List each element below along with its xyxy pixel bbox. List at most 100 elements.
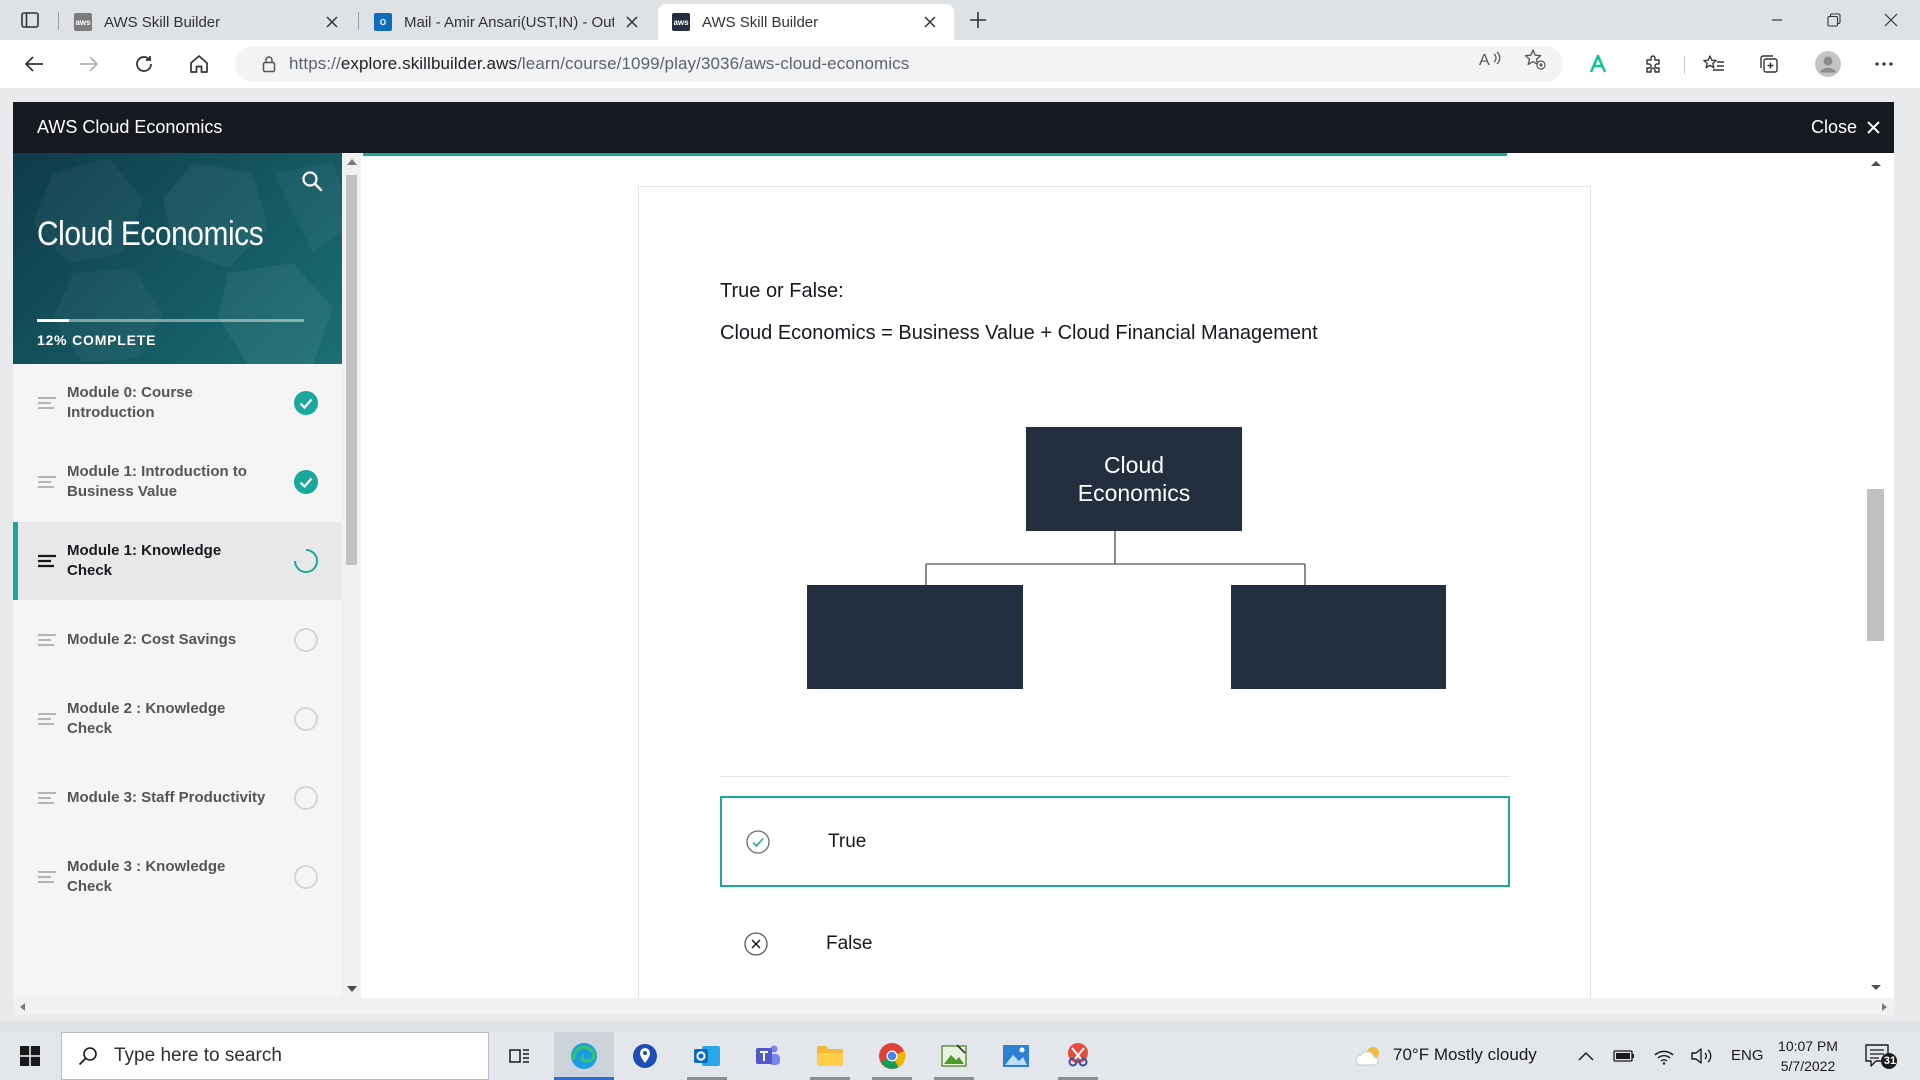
lesson-label: Module 0: Course Introduction — [67, 384, 193, 421]
favorites-button[interactable] — [1697, 48, 1731, 80]
diagram-child-node-right — [1231, 585, 1446, 689]
url-text[interactable]: https://explore.skillbuilder.aws/learn/c… — [289, 54, 909, 74]
taskbar-image-app[interactable] — [924, 1032, 984, 1080]
outlook-icon — [694, 1046, 720, 1066]
task-view-button[interactable] — [490, 1032, 550, 1080]
lesson-item[interactable]: Module 3 : Knowledge Check — [13, 838, 342, 916]
windows-logo-icon — [20, 1046, 40, 1066]
tab-separator — [58, 12, 59, 30]
lesson-label: Module 2 : Knowledge Check — [67, 700, 226, 737]
favorites-list-icon — [1703, 55, 1724, 71]
scroll-down-arrow-icon[interactable] — [347, 986, 357, 992]
taskbar-photos[interactable] — [986, 1032, 1046, 1080]
sidebar-scroll-thumb[interactable] — [346, 175, 357, 565]
tab-close-icon[interactable] — [322, 12, 342, 32]
lesson-complete-check-icon — [294, 470, 318, 494]
weather-text[interactable]: 70°F Mostly cloudy — [1393, 1045, 1537, 1065]
close-label: Close — [1810, 117, 1857, 137]
scroll-up-arrow-icon[interactable] — [1870, 159, 1882, 167]
battery-icon[interactable] — [1612, 1044, 1636, 1068]
question-text: Cloud Economics = Business Value + Cloud… — [720, 322, 1318, 344]
arrow-right-icon — [80, 56, 99, 72]
address-bar[interactable]: https://explore.skillbuilder.aws/learn/c… — [235, 46, 1563, 82]
settings-menu-button[interactable] — [1867, 48, 1901, 80]
lesson-item[interactable]: Module 2 : Knowledge Check — [13, 680, 342, 758]
toolbar-divider — [1684, 56, 1685, 74]
content-scrollbar[interactable] — [1867, 153, 1894, 998]
grammarly-extension-button[interactable] — [1581, 48, 1615, 80]
back-button[interactable] — [17, 48, 51, 80]
sidebar-scrollbar[interactable] — [342, 153, 361, 998]
answer-choice-true[interactable]: True — [720, 796, 1510, 887]
collections-button[interactable] — [1752, 48, 1786, 80]
tab-close-icon[interactable] — [622, 12, 642, 32]
taskbar-edge[interactable] — [554, 1032, 614, 1080]
forward-button[interactable] — [72, 48, 106, 80]
chrome-icon — [879, 1043, 906, 1069]
scroll-right-arrow-icon[interactable] — [1881, 1002, 1889, 1012]
lesson-text-icon — [38, 397, 56, 409]
home-button[interactable] — [182, 48, 216, 80]
course-progress-fill — [37, 319, 70, 322]
taskbar-clock[interactable]: 10:07 PM 5/7/2022 — [1770, 1036, 1846, 1076]
chevron-up-icon[interactable] — [1574, 1044, 1598, 1068]
scroll-left-arrow-icon[interactable] — [18, 1002, 26, 1012]
lesson-text-icon — [38, 554, 56, 568]
volume-icon[interactable] — [1690, 1044, 1714, 1068]
refresh-icon — [136, 56, 152, 72]
tab-aws-skill-builder-active[interactable]: aws AWS Skill Builder — [658, 4, 954, 40]
collections-icon — [1760, 55, 1778, 73]
close-icon — [1884, 13, 1898, 27]
answer-choice-label: True — [828, 830, 867, 852]
read-aloud-icon[interactable]: A — [1478, 48, 1502, 70]
tab-close-icon[interactable] — [920, 12, 940, 32]
answer-choice-false[interactable]: False — [720, 898, 1510, 989]
scroll-down-arrow-icon[interactable] — [1870, 984, 1882, 992]
lesson-item[interactable]: Module 1: Knowledge Check — [13, 522, 342, 600]
taskbar-file-explorer[interactable] — [800, 1032, 860, 1080]
question-kicker: True or False: — [720, 280, 844, 302]
picture-icon — [941, 1044, 967, 1067]
puzzle-icon — [1646, 55, 1660, 73]
content-scroll-thumb[interactable] — [1867, 489, 1884, 641]
lock-icon[interactable] — [249, 55, 289, 73]
horizontal-scrollbar[interactable] — [13, 998, 1894, 1015]
clock-date: 5/7/2022 — [1780, 1058, 1836, 1074]
scroll-up-arrow-icon[interactable] — [347, 159, 357, 165]
add-favorite-icon[interactable] — [1523, 48, 1547, 70]
lesson-item[interactable]: Module 3: Staff Productivity — [13, 759, 342, 837]
input-language[interactable]: ENG — [1731, 1047, 1764, 1064]
diagram-root-node: Cloud Economics — [1026, 427, 1242, 531]
refresh-button[interactable] — [127, 48, 161, 80]
notification-center-button[interactable]: 31 — [1864, 1042, 1898, 1070]
weather-icon[interactable] — [1354, 1044, 1384, 1068]
search-icon[interactable] — [300, 169, 324, 193]
new-tab-button[interactable] — [962, 6, 994, 34]
taskbar-search-box[interactable]: Type here to search — [61, 1032, 489, 1080]
close-window-button[interactable] — [1862, 0, 1920, 40]
taskbar-maps[interactable] — [615, 1032, 675, 1080]
profile-button[interactable] — [1811, 48, 1845, 80]
lesson-item[interactable]: Module 1: Introduction to Business Value — [13, 443, 342, 521]
taskbar-snipping-tool[interactable] — [1048, 1032, 1108, 1080]
close-course-button[interactable]: Close — [1811, 102, 1880, 153]
taskbar-chrome[interactable] — [862, 1032, 922, 1080]
tab-actions-button[interactable] — [12, 6, 48, 34]
lesson-label: Module 3: Staff Productivity — [67, 789, 266, 806]
extensions-button[interactable] — [1636, 48, 1670, 80]
tab-aws-skill-builder-1[interactable]: aws AWS Skill Builder — [60, 4, 356, 40]
taskbar-teams[interactable] — [738, 1032, 798, 1080]
diagram-child-node-left — [807, 585, 1023, 689]
wifi-icon[interactable] — [1652, 1044, 1676, 1068]
tab-outlook-mail[interactable]: O Mail - Amir Ansari(UST,IN) - Outl — [360, 4, 656, 40]
minimize-button[interactable] — [1748, 0, 1806, 40]
start-button[interactable] — [0, 1032, 60, 1080]
taskbar-outlook[interactable] — [677, 1032, 737, 1080]
lesson-label: Module 1: Knowledge Check — [67, 542, 222, 579]
course-progress-bar — [37, 319, 304, 322]
browser-toolbar: https://explore.skillbuilder.aws/learn/c… — [0, 40, 1920, 88]
restore-button[interactable] — [1805, 0, 1863, 40]
lesson-item[interactable]: Module 0: Course Introduction — [13, 364, 342, 442]
lesson-item[interactable]: Module 2: Cost Savings — [13, 601, 342, 679]
folder-icon — [817, 1046, 843, 1066]
